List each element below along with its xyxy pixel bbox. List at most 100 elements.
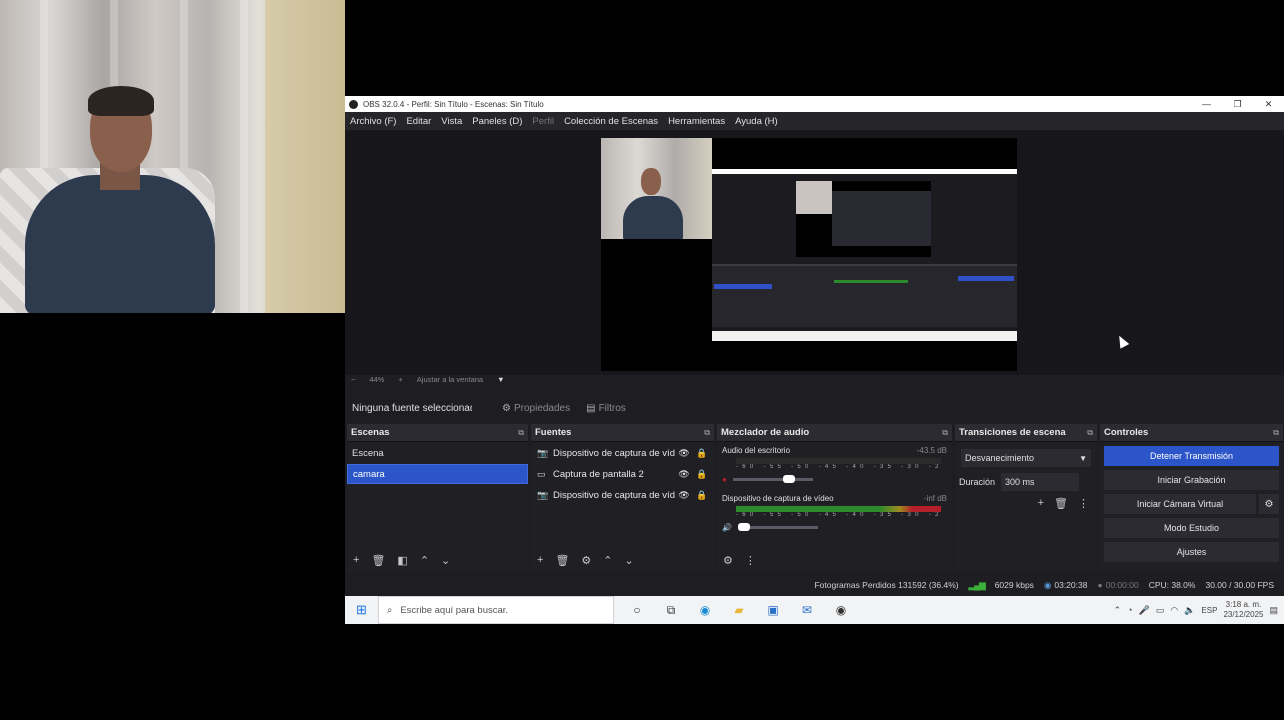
speaker-icon[interactable]: 🔊 — [722, 523, 732, 532]
action-center-icon[interactable]: ▤ — [1269, 605, 1278, 616]
wifi-icon[interactable]: ◠ — [1170, 605, 1178, 616]
clock[interactable]: 3:18 a. m. 23/12/2025 — [1223, 600, 1263, 620]
gear-icon: ⚙ — [502, 402, 511, 414]
task-view-icon[interactable]: ⧉ — [654, 603, 688, 618]
visibility-eye-icon[interactable]: 👁 — [675, 490, 693, 501]
start-recording-button[interactable]: Iniciar Grabación — [1104, 470, 1279, 490]
channel-name: Dispositivo de captura de vídeo — [722, 493, 834, 503]
menu-herramientas[interactable]: Herramientas — [668, 116, 725, 127]
windows-start-icon[interactable]: ⊞ — [345, 596, 378, 624]
preview-webcam-source[interactable] — [601, 138, 712, 239]
store-icon[interactable]: ▣ — [756, 603, 790, 618]
signal-icon: ▂▄▆ — [968, 579, 986, 590]
transitions-dock: Transiciones de escena ⧉ Desvanecimiento ▼… — [955, 424, 1097, 572]
monitor-icon: ▭ — [537, 468, 546, 479]
fps: 30.00 / 30.00 FPS — [1205, 580, 1274, 590]
lock-icon[interactable]: 🔒 — [693, 469, 711, 480]
search-icon: ⌕ — [387, 604, 393, 616]
duration-input[interactable]: 300 ms — [1001, 473, 1080, 491]
menu-ayuda[interactable]: Ayuda (H) — [735, 116, 778, 127]
lock-icon[interactable]: 🔒 — [693, 448, 711, 459]
camera-icon: 📷 — [537, 447, 549, 458]
fit-to-window-button[interactable]: Ajustar a la ventana — [417, 375, 483, 384]
mute-icon[interactable]: ● — [722, 475, 727, 484]
advanced-audio-icon[interactable]: ⚙ — [723, 554, 733, 567]
bitrate: 6029 kbps — [994, 580, 1034, 590]
visibility-eye-icon[interactable]: 👁 — [675, 469, 693, 480]
zoom-in-button[interactable]: + — [398, 375, 402, 384]
menu-archivo[interactable]: Archivo (F) — [350, 116, 396, 127]
add-transition-icon[interactable]: + — [1038, 497, 1044, 510]
remove-transition-icon[interactable]: 🗑 — [1054, 497, 1068, 510]
undock-icon[interactable]: ⧉ — [704, 428, 710, 438]
preview-screen-capture[interactable] — [712, 169, 1017, 341]
zoom-level: 44% — [369, 374, 385, 384]
close-button[interactable]: ✕ — [1253, 99, 1284, 110]
move-down-icon[interactable]: ⌄ — [625, 554, 634, 567]
menu-editar[interactable]: Editar — [406, 116, 431, 127]
lock-icon[interactable]: 🔒 — [693, 490, 711, 501]
cortana-icon[interactable]: ○ — [620, 603, 654, 618]
mixer-menu-icon[interactable]: ⋮ — [745, 554, 756, 567]
source-item[interactable]: 📷 Dispositivo de captura de vídeo 👁 🔒 — [531, 443, 714, 463]
sources-dock: Fuentes ⧉ 📷 Dispositivo de captura de víd… — [531, 424, 714, 572]
volume-slider[interactable] — [737, 522, 818, 531]
move-down-icon[interactable]: ⌄ — [441, 554, 450, 567]
undock-icon[interactable]: ⧉ — [518, 428, 524, 438]
scenes-title: Escenas — [351, 427, 390, 438]
undock-icon[interactable]: ⧉ — [1273, 428, 1279, 438]
file-explorer-icon[interactable]: ▰ — [722, 603, 756, 618]
zoom-out-button[interactable]: − — [351, 375, 355, 384]
channel-db: -inf dB — [923, 493, 947, 503]
maximize-button[interactable]: ❐ — [1222, 99, 1253, 110]
menu-perfil[interactable]: Perfil — [532, 116, 554, 127]
scene-item[interactable]: Escena — [347, 443, 528, 463]
menu-vista[interactable]: Vista — [441, 116, 462, 127]
obs-taskbar-icon[interactable]: ◉ — [824, 603, 858, 618]
minimize-button[interactable]: — — [1191, 99, 1222, 110]
tray-chevron-icon[interactable]: ⌃ — [1114, 605, 1122, 616]
scene-filters-icon[interactable]: ◧ — [397, 554, 407, 567]
no-source-label: Ninguna fuente seleccionada — [352, 402, 472, 414]
scene-item-selected[interactable]: camara — [347, 464, 528, 484]
transition-menu-icon[interactable]: ⋮ — [1078, 497, 1089, 510]
source-settings-icon[interactable]: ⚙ — [581, 554, 591, 567]
undock-icon[interactable]: ⧉ — [942, 428, 948, 438]
volume-icon[interactable]: 🔈 — [1184, 605, 1195, 616]
taskbar-search-input[interactable]: ⌕ Escribe aquí para buscar. — [378, 596, 614, 624]
move-up-icon[interactable]: ⌃ — [603, 554, 612, 567]
settings-button[interactable]: Ajustes — [1104, 542, 1279, 562]
network-icon[interactable]: ◔ — [1127, 605, 1132, 615]
preview-area[interactable]: − 44% + Ajustar a la ventana ▼ — [345, 130, 1284, 384]
menu-paneles[interactable]: Paneles (D) — [472, 116, 522, 127]
source-item[interactable]: ▭ Captura de pantalla 2 👁 🔒 — [531, 464, 714, 484]
undock-icon[interactable]: ⧉ — [1087, 428, 1093, 438]
sources-title: Fuentes — [535, 427, 572, 438]
transition-select[interactable]: Desvanecimiento ▼ — [961, 449, 1091, 467]
preview-canvas[interactable] — [601, 138, 1017, 371]
menu-coleccion-escenas[interactable]: Colección de Escenas — [564, 116, 658, 127]
microphone-icon[interactable]: 🎤 — [1139, 605, 1150, 616]
add-scene-icon[interactable]: + — [353, 554, 359, 566]
move-up-icon[interactable]: ⌃ — [420, 554, 429, 567]
visibility-eye-icon[interactable]: 👁 — [675, 448, 693, 459]
volume-slider[interactable] — [732, 474, 813, 483]
obs-logo-icon — [349, 99, 358, 109]
add-source-icon[interactable]: + — [537, 554, 543, 566]
zoom-dropdown-icon[interactable]: ▼ — [497, 375, 504, 384]
notification-tray-icon[interactable]: ▭ — [1156, 605, 1165, 616]
remove-source-icon[interactable]: 🗑 — [555, 554, 569, 567]
source-item[interactable]: 📷 Dispositivo de captura de vídeo 👁 🔒 — [531, 485, 714, 505]
remove-scene-icon[interactable]: 🗑 — [371, 554, 385, 567]
stop-streaming-button[interactable]: Detener Transmisión — [1104, 446, 1279, 466]
mail-icon[interactable]: ✉ — [790, 603, 824, 618]
start-virtual-camera-button[interactable]: Iniciar Cámara Virtual — [1104, 494, 1256, 514]
gear-icon[interactable]: ⚙ — [1259, 494, 1279, 514]
duration-label: Duración — [959, 477, 996, 487]
mixer-title: Mezclador de audio — [721, 427, 810, 438]
filters-button[interactable]: ▤ Filtros — [586, 403, 626, 414]
properties-button[interactable]: ⚙ Propiedades — [502, 403, 570, 414]
studio-mode-button[interactable]: Modo Estudio — [1104, 518, 1279, 538]
language-indicator[interactable]: ESP — [1201, 606, 1217, 615]
edge-icon[interactable]: ◉ — [688, 603, 722, 618]
